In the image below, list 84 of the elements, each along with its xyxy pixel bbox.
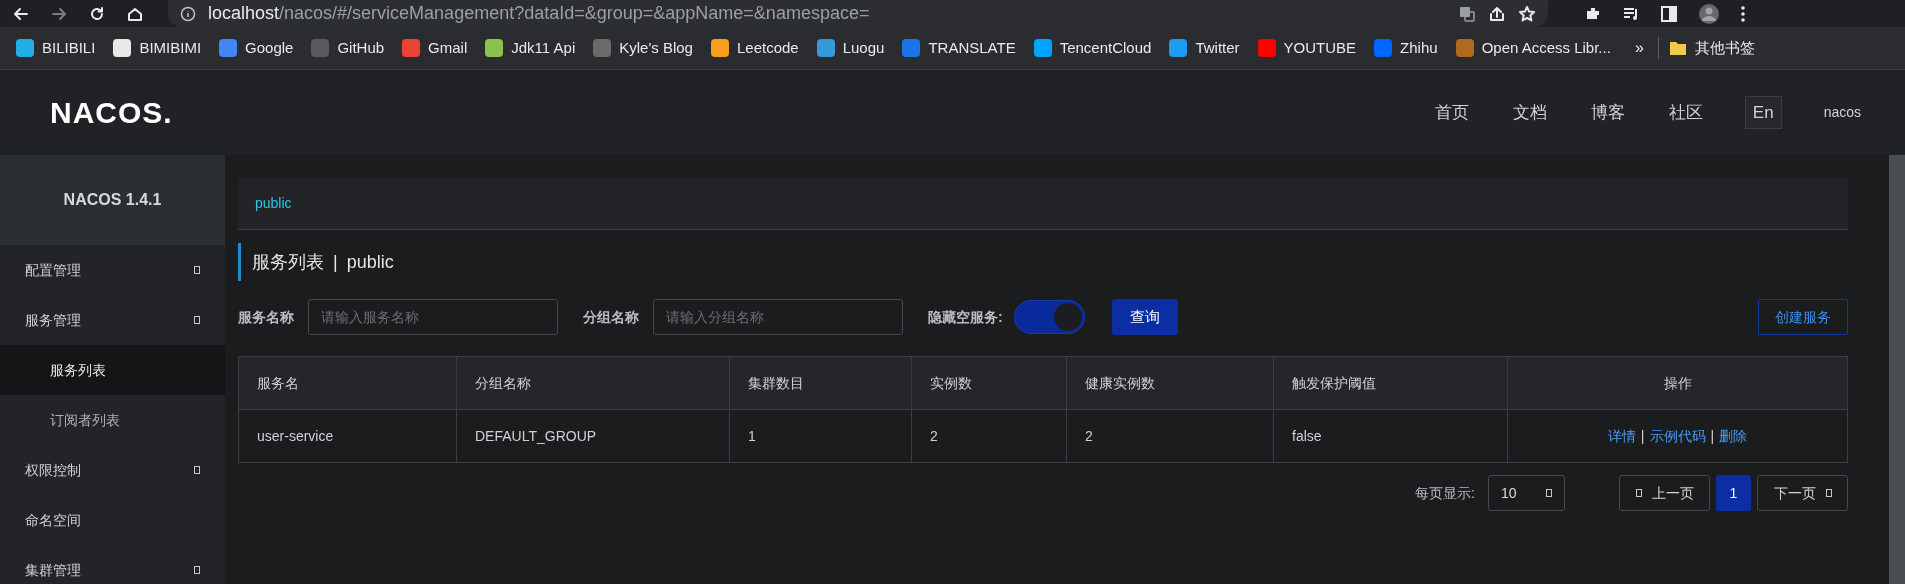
star-icon[interactable] [1518, 4, 1536, 23]
column-header: 触发保护阈值 [1292, 373, 1376, 393]
action-separator: | [1710, 426, 1715, 446]
column-header: 集群数目 [748, 373, 804, 393]
square-icon [194, 316, 200, 324]
scrollbar[interactable] [1889, 155, 1905, 584]
table-cell-text: 2 [1085, 426, 1093, 446]
sidebar-subitem[interactable]: 服务列表 [0, 345, 225, 395]
translate-icon[interactable] [1458, 4, 1476, 23]
breadcrumb-link[interactable]: public [255, 193, 292, 214]
more-bookmarks-button[interactable]: » [1634, 36, 1644, 60]
column-header: 分组名称 [475, 373, 531, 393]
square-icon [1546, 489, 1552, 497]
table-cell-text: 2 [930, 426, 938, 446]
square-icon [1635, 489, 1642, 497]
bookmark-link[interactable]: Jdk11 Api [511, 36, 576, 60]
column-header: 服务名 [257, 373, 299, 393]
service-name-field[interactable]: 请输入服务名称 [308, 299, 558, 335]
bookmark-link[interactable]: BILIBILI [42, 36, 96, 60]
sidebar-item[interactable]: 集群管理 [0, 545, 225, 584]
user-menu[interactable]: nacos [1823, 102, 1861, 123]
bookmark-link[interactable]: Leetcode [736, 36, 799, 60]
square-icon [194, 566, 200, 574]
info-icon [180, 5, 196, 22]
sidebar-item[interactable]: 配置管理 [0, 245, 225, 295]
action-link[interactable]: 示例代码 [1649, 425, 1706, 447]
menu-icon[interactable] [1740, 4, 1746, 23]
sidebar-item[interactable]: 命名空间 [0, 495, 225, 545]
bookmark-link[interactable]: Kyle's Blog [619, 36, 693, 60]
table-cell-text: 1 [748, 426, 756, 446]
page-size-label: 每页显示: [1415, 483, 1475, 503]
title-separator: | [333, 250, 338, 274]
nav-link[interactable]: 首页 [1434, 99, 1469, 126]
bookmark-link[interactable]: TencentCloud [1059, 36, 1152, 60]
square-icon [194, 466, 200, 474]
sidebar-item[interactable]: 服务管理 [0, 295, 225, 345]
group-name-field[interactable]: 请输入分组名称 [653, 299, 903, 335]
next-page-button[interactable]: 下一页 [1757, 475, 1848, 511]
bookmark-link[interactable]: Google [245, 36, 294, 60]
page-title: 服务列表 [252, 250, 324, 274]
table-cell-text: DEFAULT_GROUP [475, 426, 597, 446]
column-header: 实例数 [930, 373, 972, 393]
avatar-icon[interactable] [1698, 2, 1720, 25]
page-button[interactable]: 1 [1716, 475, 1751, 511]
square-icon [1825, 489, 1832, 497]
address-bar[interactable]: localhost/nacos/#/serviceManagement?dataId=&group=&appName=&namespace= [168, 0, 1548, 27]
query-button[interactable]: 查询 [1111, 299, 1178, 335]
field-label: 服务名称 [238, 307, 294, 327]
bookmark-link[interactable]: Twitter [1195, 36, 1240, 60]
page-size-select[interactable]: 10 [1488, 475, 1565, 511]
sidebar-item[interactable]: 权限控制 [0, 445, 225, 495]
folder-icon [1668, 40, 1687, 56]
table-cell-text: false [1292, 426, 1322, 446]
nav-link[interactable]: 文档 [1512, 99, 1547, 126]
nav-link[interactable]: 博客 [1590, 99, 1625, 126]
bookmark-link[interactable]: BIMIBIMI [139, 36, 202, 60]
previous-page-button[interactable]: 上一页 [1619, 475, 1710, 511]
bookmark-folder[interactable]: 其他书签 [1694, 36, 1755, 60]
sidebar-icon[interactable] [1660, 4, 1678, 23]
version-title: NACOS 1.4.1 [63, 190, 162, 210]
column-header: 操作 [1663, 373, 1692, 393]
bookmark-link[interactable]: Zhihu [1400, 36, 1438, 60]
toggle-label: 隐藏空服务: [928, 307, 1003, 327]
bookmark-link[interactable]: GitHub [337, 36, 385, 60]
reload-icon[interactable] [88, 4, 106, 23]
hide-empty-toggle[interactable] [1013, 300, 1085, 334]
namespace-name: public [346, 250, 394, 274]
table-cell-text: user-service [257, 426, 334, 446]
bookmark-link[interactable]: Open Access Libr... [1481, 36, 1611, 60]
share-icon[interactable] [1488, 4, 1506, 23]
bookmark-link[interactable]: Luogu [842, 36, 885, 60]
action-separator: | [1640, 426, 1645, 446]
bookmark-link[interactable]: TRANSLATE [928, 36, 1016, 60]
action-link[interactable]: 删除 [1719, 425, 1748, 447]
bookmark-link[interactable]: YOUTUBE [1283, 36, 1357, 60]
bookmark-link[interactable]: Gmail [428, 36, 468, 60]
square-icon [194, 266, 200, 274]
url-text: localhost/nacos/#/serviceManagement?dataId=&group=&appName=&namespace= [208, 2, 870, 25]
field-label: 分组名称 [583, 307, 639, 327]
create-service-button[interactable]: 创建服务 [1758, 299, 1848, 335]
action-link[interactable]: 详情 [1607, 425, 1636, 447]
column-header: 健康实例数 [1085, 373, 1155, 393]
nacos-logo[interactable]: NACOS. [50, 90, 173, 135]
nav-link[interactable]: 社区 [1668, 99, 1703, 126]
